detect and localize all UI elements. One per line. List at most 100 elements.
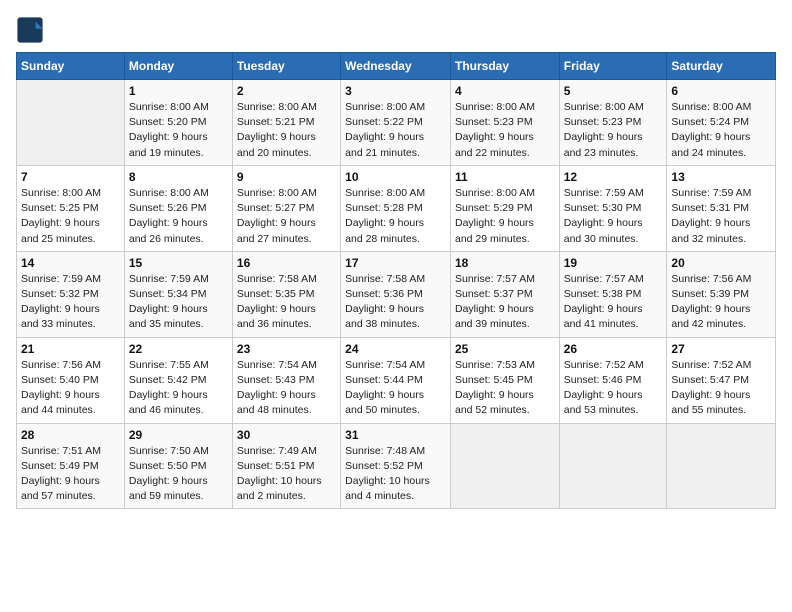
day-info: Sunrise: 7:59 AM Sunset: 5:34 PM Dayligh… <box>129 272 228 333</box>
day-number: 1 <box>129 84 228 98</box>
day-number: 14 <box>21 256 120 270</box>
logo-icon <box>16 16 44 44</box>
day-number: 25 <box>455 342 555 356</box>
calendar-cell: 26 Sunrise: 7:52 AM Sunset: 5:46 PM Dayli… <box>559 337 667 423</box>
week-row-4: 21 Sunrise: 7:56 AM Sunset: 5:40 PM Dayli… <box>17 337 776 423</box>
day-number: 9 <box>237 170 336 184</box>
day-info: Sunrise: 7:54 AM Sunset: 5:44 PM Dayligh… <box>345 358 446 419</box>
calendar-cell: 10 Sunrise: 8:00 AM Sunset: 5:28 PM Dayli… <box>341 165 451 251</box>
page-header <box>16 16 776 44</box>
day-info: Sunrise: 7:59 AM Sunset: 5:31 PM Dayligh… <box>671 186 771 247</box>
calendar-cell: 28 Sunrise: 7:51 AM Sunset: 5:49 PM Dayli… <box>17 423 125 509</box>
calendar-cell: 7Sunrise: 8:00 AM Sunset: 5:25 PM Daylig… <box>17 165 125 251</box>
calendar-cell: 12 Sunrise: 7:59 AM Sunset: 5:30 PM Dayli… <box>559 165 667 251</box>
day-number: 13 <box>671 170 771 184</box>
day-header-tuesday: Tuesday <box>232 53 340 80</box>
day-number: 23 <box>237 342 336 356</box>
day-info: Sunrise: 7:50 AM Sunset: 5:50 PM Dayligh… <box>129 444 228 505</box>
day-info: Sunrise: 7:49 AM Sunset: 5:51 PM Dayligh… <box>237 444 336 505</box>
week-row-1: 1 Sunrise: 8:00 AM Sunset: 5:20 PM Daylig… <box>17 80 776 166</box>
day-number: 22 <box>129 342 228 356</box>
day-number: 10 <box>345 170 446 184</box>
day-info: Sunrise: 8:00 AM Sunset: 5:25 PM Dayligh… <box>21 186 120 247</box>
day-header-wednesday: Wednesday <box>341 53 451 80</box>
day-info: Sunrise: 7:56 AM Sunset: 5:39 PM Dayligh… <box>671 272 771 333</box>
calendar-cell <box>667 423 776 509</box>
calendar-table: SundayMondayTuesdayWednesdayThursdayFrid… <box>16 52 776 509</box>
day-number: 4 <box>455 84 555 98</box>
calendar-cell: 2Sunrise: 8:00 AM Sunset: 5:21 PM Daylig… <box>232 80 340 166</box>
calendar-cell <box>559 423 667 509</box>
day-info: Sunrise: 7:58 AM Sunset: 5:35 PM Dayligh… <box>237 272 336 333</box>
day-number: 19 <box>564 256 663 270</box>
day-number: 3 <box>345 84 446 98</box>
day-number: 16 <box>237 256 336 270</box>
calendar-cell: 15 Sunrise: 7:59 AM Sunset: 5:34 PM Dayli… <box>124 251 232 337</box>
day-header-sunday: Sunday <box>17 53 125 80</box>
day-info: Sunrise: 8:00 AM Sunset: 5:28 PM Dayligh… <box>345 186 446 247</box>
week-row-3: 14Sunrise: 7:59 AM Sunset: 5:32 PM Dayli… <box>17 251 776 337</box>
header-row: SundayMondayTuesdayWednesdayThursdayFrid… <box>17 53 776 80</box>
calendar-cell: 19 Sunrise: 7:57 AM Sunset: 5:38 PM Dayli… <box>559 251 667 337</box>
calendar-cell: 5 Sunrise: 8:00 AM Sunset: 5:23 PM Daylig… <box>559 80 667 166</box>
calendar-cell: 30 Sunrise: 7:49 AM Sunset: 5:51 PM Dayli… <box>232 423 340 509</box>
day-number: 28 <box>21 428 120 442</box>
day-info: Sunrise: 7:51 AM Sunset: 5:49 PM Dayligh… <box>21 444 120 505</box>
logo <box>16 16 48 44</box>
day-number: 17 <box>345 256 446 270</box>
day-header-monday: Monday <box>124 53 232 80</box>
day-number: 2 <box>237 84 336 98</box>
day-number: 12 <box>564 170 663 184</box>
day-number: 21 <box>21 342 120 356</box>
day-info: Sunrise: 7:58 AM Sunset: 5:36 PM Dayligh… <box>345 272 446 333</box>
week-row-5: 28 Sunrise: 7:51 AM Sunset: 5:49 PM Dayli… <box>17 423 776 509</box>
day-header-thursday: Thursday <box>450 53 559 80</box>
day-number: 26 <box>564 342 663 356</box>
calendar-cell: 14Sunrise: 7:59 AM Sunset: 5:32 PM Dayli… <box>17 251 125 337</box>
calendar-cell: 3 Sunrise: 8:00 AM Sunset: 5:22 PM Daylig… <box>341 80 451 166</box>
day-number: 30 <box>237 428 336 442</box>
day-header-saturday: Saturday <box>667 53 776 80</box>
day-number: 24 <box>345 342 446 356</box>
calendar-cell: 16 Sunrise: 7:58 AM Sunset: 5:35 PM Dayli… <box>232 251 340 337</box>
day-info: Sunrise: 7:59 AM Sunset: 5:30 PM Dayligh… <box>564 186 663 247</box>
calendar-cell: 13 Sunrise: 7:59 AM Sunset: 5:31 PM Dayli… <box>667 165 776 251</box>
day-info: Sunrise: 7:55 AM Sunset: 5:42 PM Dayligh… <box>129 358 228 419</box>
day-number: 27 <box>671 342 771 356</box>
calendar-cell <box>17 80 125 166</box>
calendar-cell: 24 Sunrise: 7:54 AM Sunset: 5:44 PM Dayli… <box>341 337 451 423</box>
calendar-cell: 6 Sunrise: 8:00 AM Sunset: 5:24 PM Daylig… <box>667 80 776 166</box>
day-info: Sunrise: 8:00 AM Sunset: 5:22 PM Dayligh… <box>345 100 446 161</box>
calendar-cell: 25 Sunrise: 7:53 AM Sunset: 5:45 PM Dayli… <box>450 337 559 423</box>
day-info: Sunrise: 8:00 AM Sunset: 5:26 PM Dayligh… <box>129 186 228 247</box>
day-number: 6 <box>671 84 771 98</box>
calendar-cell: 27 Sunrise: 7:52 AM Sunset: 5:47 PM Dayli… <box>667 337 776 423</box>
day-number: 5 <box>564 84 663 98</box>
week-row-2: 7Sunrise: 8:00 AM Sunset: 5:25 PM Daylig… <box>17 165 776 251</box>
day-info: Sunrise: 8:00 AM Sunset: 5:23 PM Dayligh… <box>455 100 555 161</box>
calendar-cell <box>450 423 559 509</box>
calendar-cell: 23Sunrise: 7:54 AM Sunset: 5:43 PM Dayli… <box>232 337 340 423</box>
day-number: 8 <box>129 170 228 184</box>
calendar-cell: 31 Sunrise: 7:48 AM Sunset: 5:52 PM Dayli… <box>341 423 451 509</box>
day-info: Sunrise: 8:00 AM Sunset: 5:29 PM Dayligh… <box>455 186 555 247</box>
calendar-cell: 17 Sunrise: 7:58 AM Sunset: 5:36 PM Dayli… <box>341 251 451 337</box>
day-info: Sunrise: 7:57 AM Sunset: 5:38 PM Dayligh… <box>564 272 663 333</box>
day-info: Sunrise: 7:56 AM Sunset: 5:40 PM Dayligh… <box>21 358 120 419</box>
calendar-cell: 8 Sunrise: 8:00 AM Sunset: 5:26 PM Daylig… <box>124 165 232 251</box>
day-header-friday: Friday <box>559 53 667 80</box>
calendar-cell: 20Sunrise: 7:56 AM Sunset: 5:39 PM Dayli… <box>667 251 776 337</box>
calendar-cell: 22 Sunrise: 7:55 AM Sunset: 5:42 PM Dayli… <box>124 337 232 423</box>
day-info: Sunrise: 8:00 AM Sunset: 5:24 PM Dayligh… <box>671 100 771 161</box>
day-number: 18 <box>455 256 555 270</box>
day-info: Sunrise: 7:52 AM Sunset: 5:46 PM Dayligh… <box>564 358 663 419</box>
calendar-cell: 29 Sunrise: 7:50 AM Sunset: 5:50 PM Dayli… <box>124 423 232 509</box>
day-info: Sunrise: 7:52 AM Sunset: 5:47 PM Dayligh… <box>671 358 771 419</box>
day-info: Sunrise: 7:53 AM Sunset: 5:45 PM Dayligh… <box>455 358 555 419</box>
day-number: 31 <box>345 428 446 442</box>
day-info: Sunrise: 8:00 AM Sunset: 5:23 PM Dayligh… <box>564 100 663 161</box>
day-number: 29 <box>129 428 228 442</box>
day-info: Sunrise: 7:48 AM Sunset: 5:52 PM Dayligh… <box>345 444 446 505</box>
day-number: 15 <box>129 256 228 270</box>
day-info: Sunrise: 8:00 AM Sunset: 5:20 PM Dayligh… <box>129 100 228 161</box>
